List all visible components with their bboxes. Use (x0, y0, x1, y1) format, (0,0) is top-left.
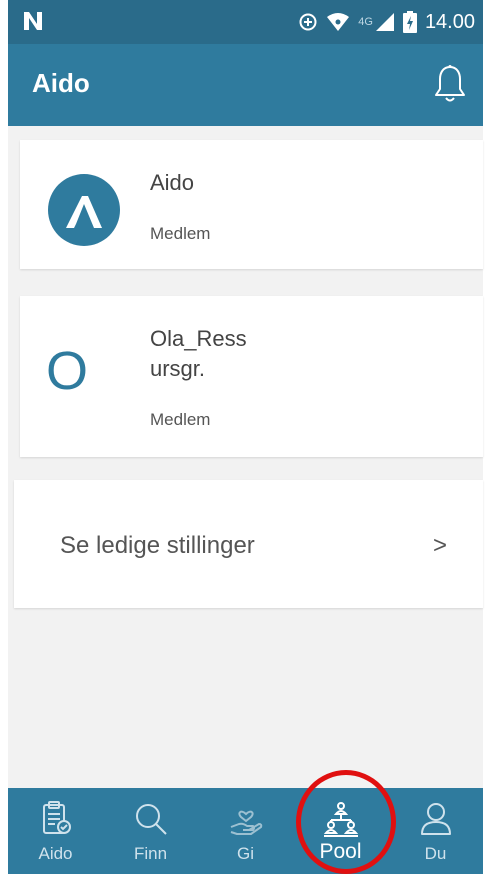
nav-item-aido[interactable]: Aido (8, 788, 103, 874)
notifications-bell-icon[interactable] (433, 64, 467, 104)
membership-card-aido[interactable]: Aido Medlem (20, 140, 483, 269)
screen-border-left (0, 0, 8, 874)
nav-label: Gi (237, 844, 254, 863)
membership-name: Ola_Ress ursgr. (150, 326, 247, 381)
data-saver-icon (299, 13, 317, 31)
available-positions-label: Se ledige stillinger (60, 532, 255, 559)
available-positions-link[interactable]: Se ledige stillinger > (14, 480, 483, 608)
bottom-navigation: Aido Finn Gi Pool Du (8, 788, 483, 874)
wifi-icon (327, 13, 350, 31)
status-icons: 4G 14.00 (298, 0, 475, 44)
membership-role: Medlem (150, 224, 211, 243)
nav-item-pool[interactable]: Pool (293, 788, 388, 874)
nav-item-finn[interactable]: Finn (103, 788, 198, 874)
membership-name: Aido (150, 170, 195, 195)
giving-hand-icon (230, 810, 262, 835)
network-type: 4G (358, 16, 373, 28)
chevron-right-icon: > (432, 532, 447, 559)
avatar-letter: O (46, 341, 89, 401)
membership-role: Medlem (150, 410, 211, 429)
clipboard-icon (42, 801, 71, 834)
nav-item-du[interactable]: Du (388, 788, 483, 874)
app-title: Aido (32, 68, 90, 98)
nav-label: Du (424, 844, 447, 863)
nav-label: Pool (319, 840, 362, 863)
battery-charging-icon (402, 11, 417, 33)
signal-icon (375, 13, 394, 31)
nav-label: Finn (133, 844, 168, 863)
profile-icon (420, 803, 451, 835)
nav-label: Aido (38, 844, 73, 863)
clock: 14.00 (424, 10, 475, 33)
membership-card-ola[interactable]: O Ola_Ress ursgr. Medlem (20, 296, 483, 457)
app-bar: Aido (8, 44, 483, 126)
status-bar: 4G 14.00 (8, 0, 483, 44)
notification-n-icon (24, 12, 42, 30)
search-icon (135, 804, 167, 835)
nav-item-gi[interactable]: Gi (198, 788, 293, 874)
pool-network-icon (323, 802, 358, 837)
aido-logo-icon (48, 174, 120, 246)
screen-border-right (483, 0, 489, 874)
